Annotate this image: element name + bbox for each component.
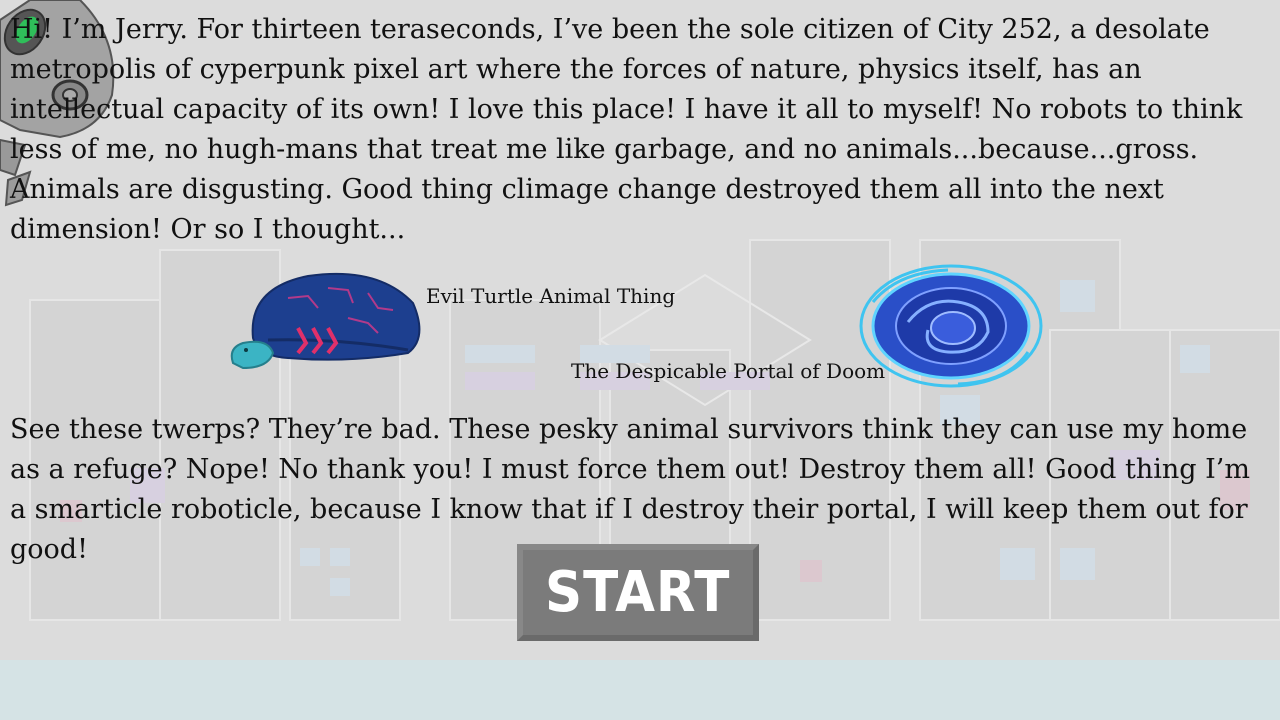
ground-strip [0,660,1280,720]
portal-icon [859,264,1043,388]
turtle-icon [230,272,421,370]
start-button[interactable]: START [517,544,759,641]
intro-text: Hi! I’m Jerry. For thirteen teraseconds,… [10,14,1243,245]
portal-label: The Despicable Portal of Doom [571,359,886,383]
turtle-label: Evil Turtle Animal Thing [426,284,676,308]
start-button-label: START [545,560,731,625]
